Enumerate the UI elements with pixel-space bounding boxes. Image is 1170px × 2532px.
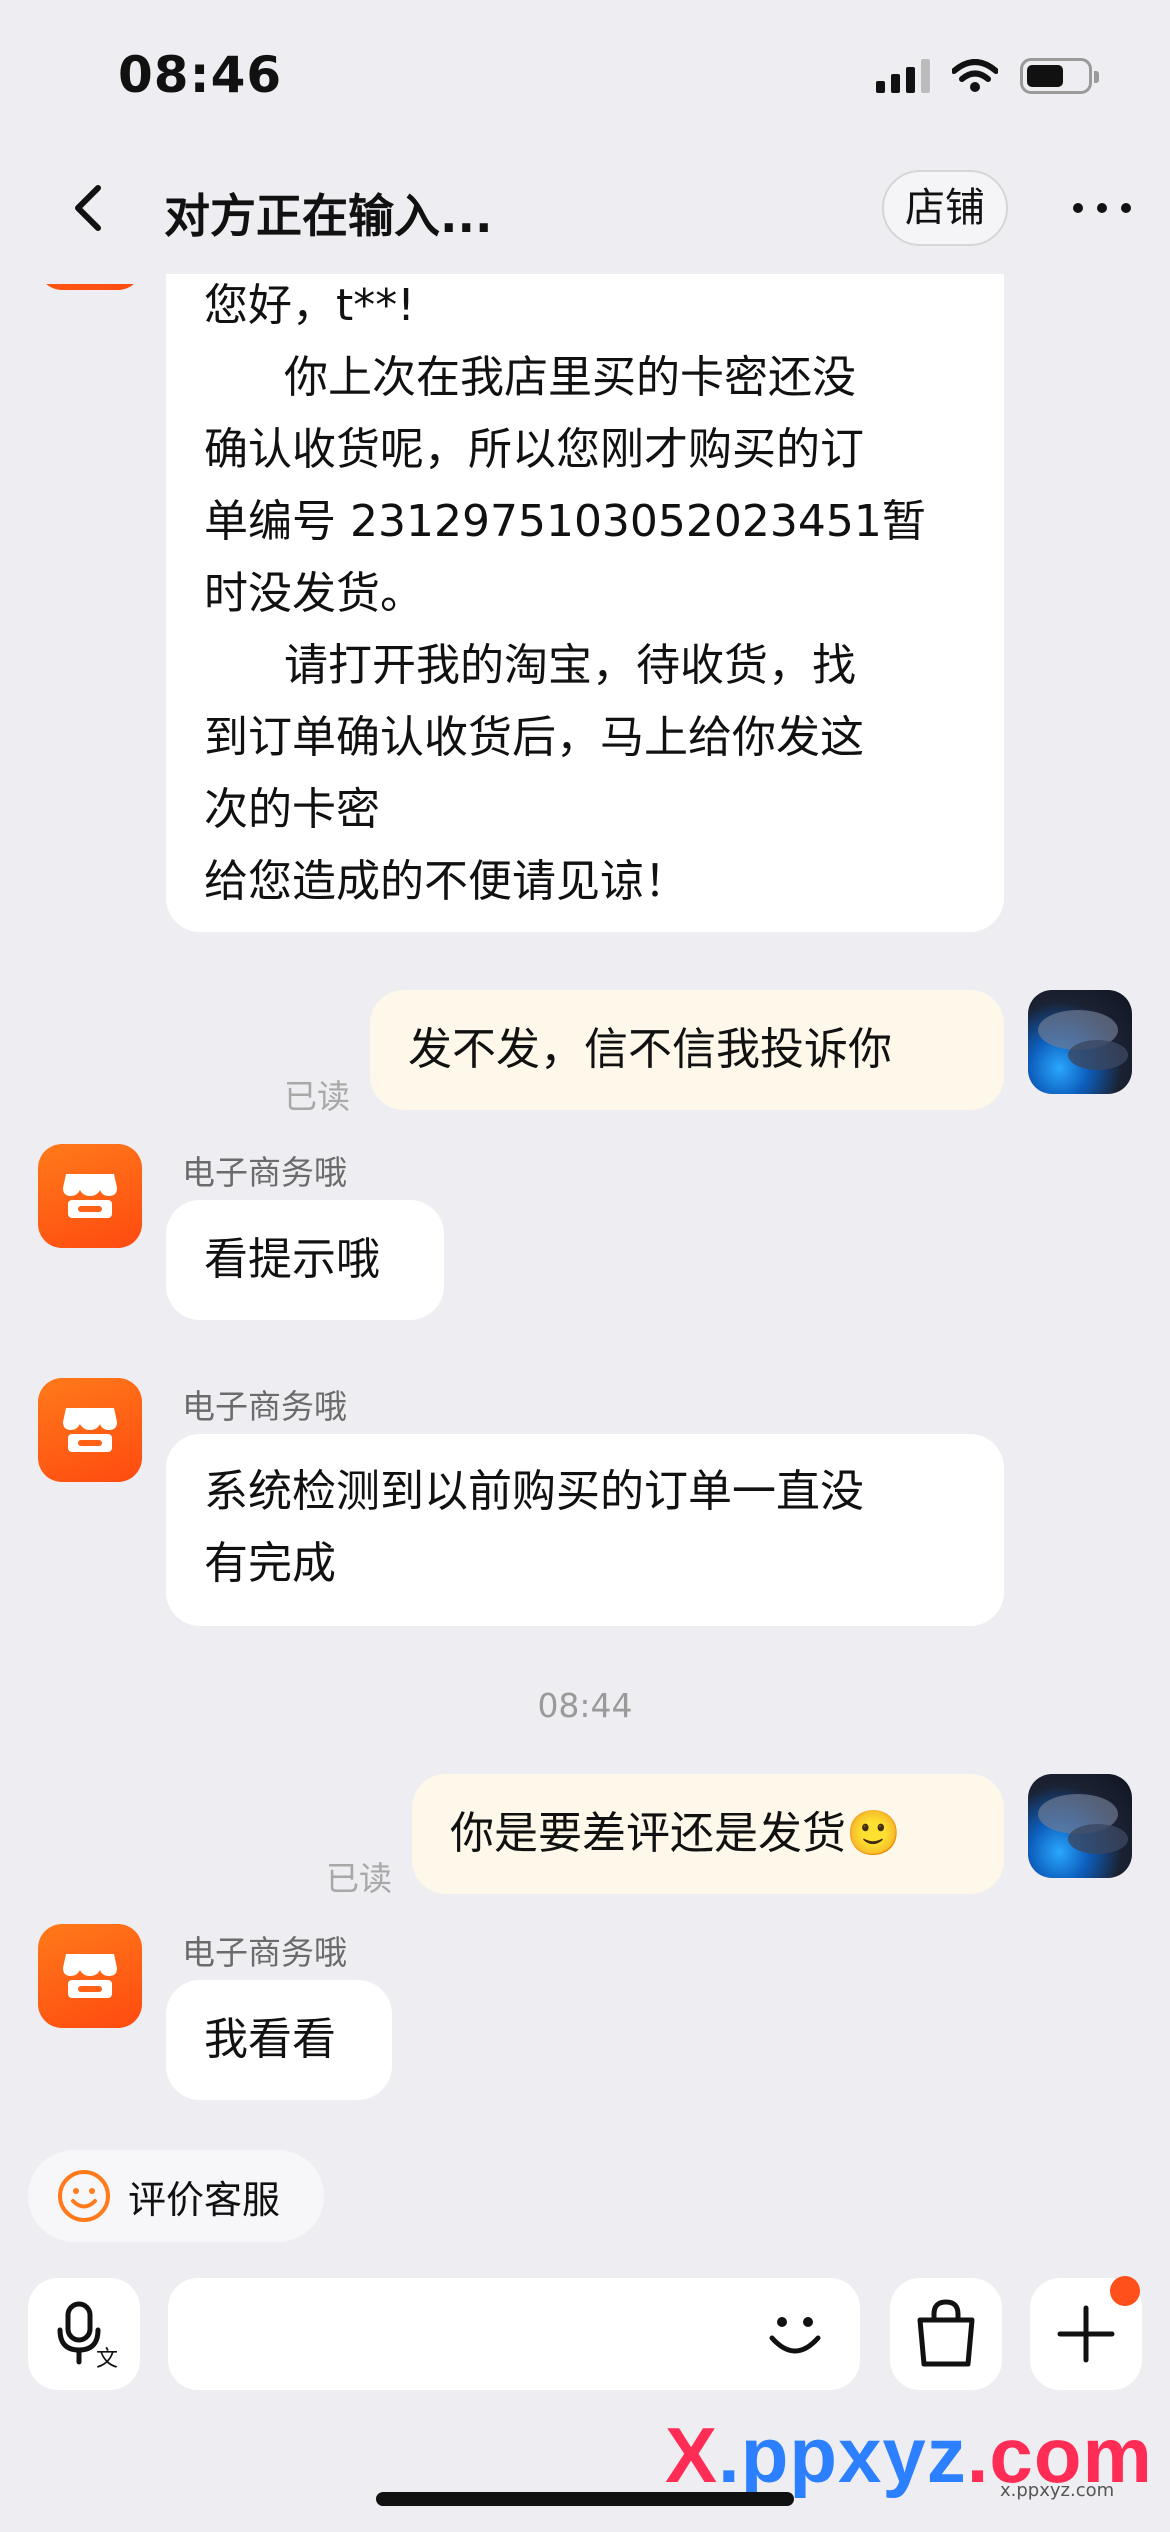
time-divider: 08:44 (537, 1686, 633, 1725)
battery-icon (1020, 58, 1099, 94)
message-bubble-mine[interactable]: 发不发，信不信我投诉你 (370, 990, 1004, 1110)
message-line: 您好，t**! (204, 280, 415, 331)
emoji-icon[interactable] (760, 2298, 830, 2368)
message-bubble-shop[interactable]: 系统检测到以前购买的订单一直没 有完成 (166, 1434, 1004, 1626)
notification-dot (1110, 2276, 1140, 2306)
message-line: 请打开我的淘宝，待收货，找 (284, 640, 856, 691)
shop-button[interactable]: 店铺 (882, 170, 1008, 246)
shopping-bag-icon (917, 2299, 975, 2367)
user-avatar[interactable] (1028, 990, 1132, 1094)
watermark-url: x.ppxyz.com (1000, 2480, 1115, 2501)
message-line: 确认收货呢，所以您刚才购买的订 (204, 424, 864, 475)
nav-bar: 对方正在输入... 店铺 (0, 150, 1170, 274)
message-bubble-shop[interactable]: 我看看 (166, 1980, 392, 2100)
status-time: 08:46 (118, 46, 283, 104)
message-line: 有完成 (204, 1538, 336, 1589)
read-receipt: 已读 (284, 1077, 350, 1116)
shop-icon (63, 1408, 117, 1452)
rate-service-button[interactable]: 评价客服 (28, 2150, 324, 2242)
product-button[interactable] (890, 2278, 1002, 2390)
message-bubble-mine[interactable]: 你是要差评还是发货🙂 (412, 1774, 1004, 1894)
rate-service-label: 评价客服 (128, 2177, 281, 2222)
message-bubble-shop[interactable]: 看提示哦 (166, 1200, 444, 1320)
status-icons (876, 58, 1099, 94)
cellular-signal-icon (876, 59, 930, 93)
message-input[interactable] (168, 2278, 860, 2390)
read-receipt: 已读 (326, 1859, 392, 1898)
microphone-icon: 文 (57, 2301, 118, 2372)
shop-avatar[interactable] (38, 1924, 142, 2028)
message-bubble-shop[interactable]: 您好，t**! 你上次在我店里买的卡密还没 确认收货呢，所以您刚才购买的订 单编… (166, 240, 1004, 932)
message-line: 给您造成的不便请见谅！ (204, 856, 688, 907)
shop-avatar[interactable] (38, 1378, 142, 1482)
svg-text:文: 文 (96, 2347, 118, 2372)
message-line: 次的卡密 (204, 784, 380, 835)
sender-name: 电子商务哦 (182, 1153, 347, 1192)
status-bar: 08:46 (0, 0, 1170, 150)
input-bar: 文 (0, 2270, 1170, 2410)
shop-avatar[interactable] (38, 1144, 142, 1248)
user-avatar[interactable] (1028, 1774, 1132, 1878)
voice-to-text-button[interactable]: 文 (28, 2278, 140, 2390)
sender-name: 电子商务哦 (182, 1933, 347, 1972)
sender-name: 电子商务哦 (182, 1387, 347, 1426)
message-line: 到订单确认收货后，马上给你发这 (204, 712, 864, 763)
message-line: 系统检测到以前购买的订单一直没 (204, 1466, 864, 1517)
shop-icon (63, 1174, 117, 1218)
back-icon[interactable] (60, 178, 120, 238)
message-line: 你上次在我店里买的卡密还没 (284, 352, 856, 403)
shop-icon (63, 1954, 117, 1998)
home-indicator (376, 2492, 794, 2506)
smiley-icon (58, 2170, 110, 2222)
page-title: 对方正在输入... (164, 189, 493, 243)
message-line: 时没发货。 (204, 568, 424, 619)
more-icon[interactable] (1070, 186, 1134, 230)
wifi-icon (952, 59, 998, 92)
message-line: 单编号 2312975103052023451暂 (204, 496, 926, 547)
